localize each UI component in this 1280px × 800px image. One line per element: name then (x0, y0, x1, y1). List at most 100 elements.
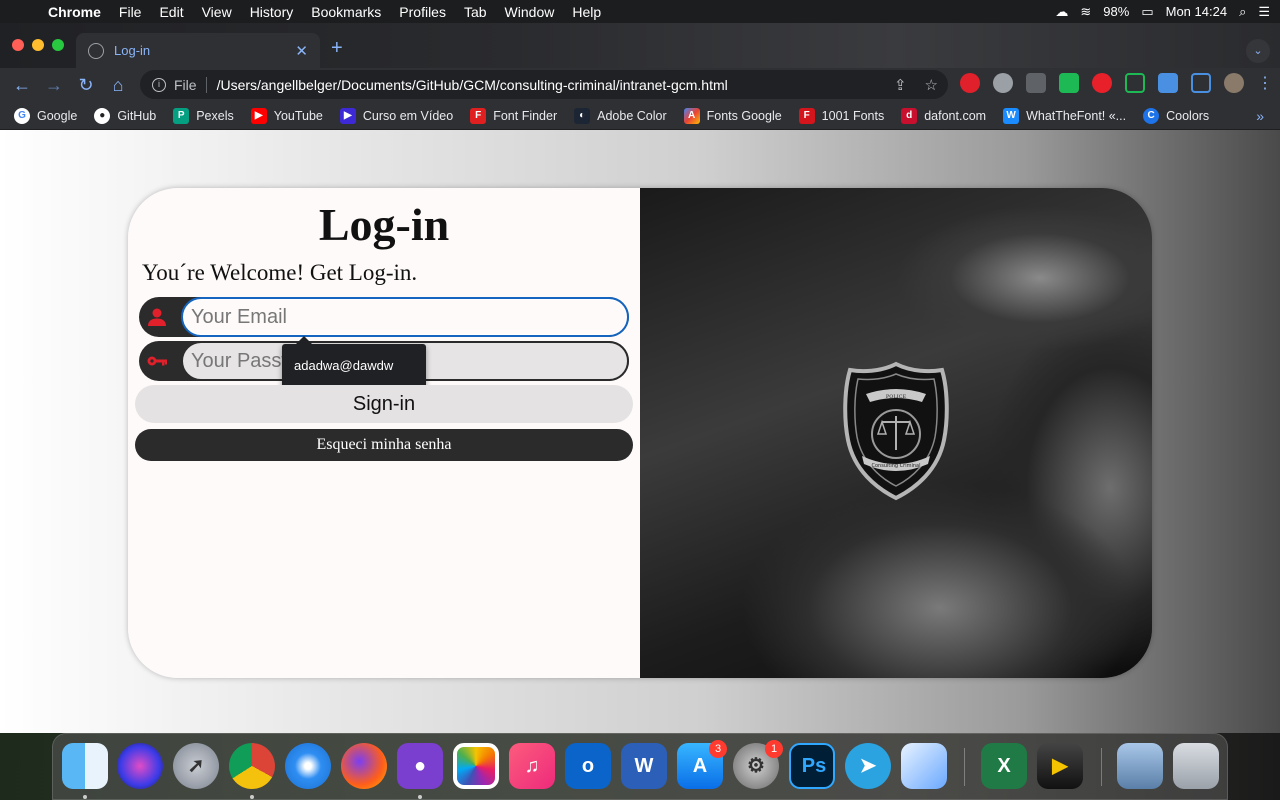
bookmark-font-finder[interactable]: F Font Finder (470, 107, 557, 124)
bookmark-youtube[interactable]: ▶ YouTube (250, 107, 323, 124)
signin-button[interactable]: Sign-in (135, 385, 633, 423)
window-controls (12, 39, 64, 51)
menu-profiles[interactable]: Profiles (399, 4, 446, 20)
zoom-window-button[interactable] (52, 39, 64, 51)
downloads-folder-icon[interactable] (1117, 743, 1163, 789)
battery-icon[interactable]: ▭ (1141, 4, 1153, 20)
bookmark-dafont[interactable]: d dafont.com (901, 107, 987, 124)
bookmark-star-icon[interactable]: ☆ (925, 76, 938, 94)
bookmark-label: WhatTheFont! «... (1026, 108, 1127, 123)
settings-extension-icon[interactable] (993, 73, 1013, 93)
eyedropper-extension-icon[interactable] (1026, 73, 1046, 93)
trash-icon[interactable] (1173, 743, 1219, 789)
bookmark-label: dafont.com (924, 108, 987, 123)
settings-badge: 1 (765, 740, 783, 758)
control-center-icon[interactable]: ☰ (1258, 4, 1270, 20)
grammar-extension-icon[interactable] (1059, 73, 1079, 93)
siri-icon[interactable] (117, 743, 163, 789)
launchpad-icon[interactable]: ➚ (173, 743, 219, 789)
dafont-icon: d (901, 107, 918, 124)
bookmark-1001-fonts[interactable]: F 1001 Fonts (798, 107, 884, 124)
creative-cloud-icon[interactable]: ☁ (1055, 4, 1068, 20)
side-panel-icon[interactable] (1191, 73, 1211, 93)
safari-icon[interactable] (285, 743, 331, 789)
music-icon[interactable]: ♫ (509, 743, 555, 789)
close-tab-icon[interactable]: ✕ (295, 42, 308, 60)
menu-view[interactable]: View (202, 4, 232, 20)
photos-icon[interactable] (453, 743, 499, 789)
autofill-suggestion[interactable]: adadwa@dawdw (282, 336, 426, 388)
bookmark-label: Google (37, 108, 78, 123)
video-converter-icon[interactable]: ▶ (1037, 743, 1083, 789)
minimize-window-button[interactable] (32, 39, 44, 51)
back-icon[interactable]: ← (6, 75, 38, 96)
menu-help[interactable]: Help (572, 4, 601, 20)
profile-avatar[interactable] (1224, 73, 1244, 93)
wifi-icon[interactable]: ≋ (1080, 4, 1091, 20)
site-info-icon[interactable]: i (152, 77, 166, 92)
word-icon[interactable]: W (621, 743, 667, 789)
dock-separator (1101, 748, 1102, 786)
photoshop-icon[interactable]: Ps (789, 743, 835, 789)
whatthefont-icon: W (1003, 107, 1020, 124)
menu-bookmarks[interactable]: Bookmarks (311, 4, 381, 20)
chrome-menu-icon[interactable]: ⋮ (1257, 73, 1273, 93)
bookmark-google[interactable]: G Google (14, 107, 78, 124)
battery-percent[interactable]: 98% (1103, 4, 1129, 19)
spotlight-search-icon[interactable]: ⌕ (1239, 4, 1246, 20)
page-viewport: Log-in You´re Welcome! Get Log-in. Your … (0, 130, 1280, 733)
blocker-extension-icon[interactable] (1092, 73, 1112, 93)
menu-file[interactable]: File (119, 4, 142, 20)
adblock-extension-icon[interactable] (960, 73, 980, 93)
menu-edit[interactable]: Edit (159, 4, 183, 20)
google-icon: G (14, 107, 30, 124)
forgot-password-button[interactable]: Esqueci minha senha (135, 429, 633, 461)
tab-login[interactable]: Log-in ✕ (76, 33, 320, 68)
bookmark-label: Adobe Color (597, 108, 667, 123)
tab-search-chevron-icon[interactable]: ⌄ (1246, 39, 1270, 63)
login-form-panel: Log-in You´re Welcome! Get Log-in. Your … (128, 188, 640, 678)
bookmark-github[interactable]: ● GitHub (94, 107, 156, 124)
share-icon[interactable]: ⇪ (894, 76, 907, 94)
firefox-icon[interactable] (341, 743, 387, 789)
menu-tab[interactable]: Tab (464, 4, 487, 20)
appstore-badge: 3 (709, 740, 727, 758)
home-icon[interactable]: ⌂ (102, 75, 134, 96)
finder-icon[interactable] (62, 743, 108, 789)
bookmark-fonts-google[interactable]: A Fonts Google (683, 107, 782, 124)
menu-app-name[interactable]: Chrome (48, 4, 101, 20)
email-input[interactable] (181, 297, 629, 337)
menu-history[interactable]: History (250, 4, 294, 20)
outlook-icon[interactable]: o (565, 743, 611, 789)
menu-window[interactable]: Window (505, 4, 555, 20)
running-indicator (250, 795, 254, 799)
bookmark-label: Coolors (1166, 108, 1210, 123)
reload-icon[interactable]: ↻ (70, 75, 102, 96)
close-window-button[interactable] (12, 39, 24, 51)
bookmark-curso-em-video[interactable]: ▶ Curso em Vídeo (339, 107, 453, 124)
handcuffs-photo-panel: POLICE Consulting Criminal (640, 188, 1152, 678)
address-url[interactable]: /Users/angellbelger/Documents/GitHub/GCM… (217, 77, 728, 93)
extensions-puzzle-icon[interactable] (1158, 73, 1178, 93)
pexels-icon: P (173, 107, 190, 124)
telegram-icon[interactable]: ➤ (845, 743, 891, 789)
github-desktop-icon[interactable]: ● (397, 743, 443, 789)
excel-icon[interactable]: X (981, 743, 1027, 789)
screenshot-extension-icon[interactable] (1125, 73, 1145, 93)
bookmark-whatthefont[interactable]: W WhatTheFont! «... (1003, 107, 1127, 124)
autofill-suggestion-text[interactable]: adadwa@dawdw (294, 358, 393, 373)
address-bar[interactable]: i File /Users/angellbelger/Documents/Git… (140, 70, 948, 99)
forward-icon[interactable]: → (38, 75, 70, 96)
fontfinder-icon: F (470, 107, 487, 124)
chrome-icon[interactable] (229, 743, 275, 789)
bookmark-pexels[interactable]: P Pexels (173, 107, 234, 124)
xcode-instruments-icon[interactable] (901, 743, 947, 789)
bookmark-coolors[interactable]: C Coolors (1143, 107, 1210, 124)
bookmark-adobe-color[interactable]: ◐ Adobe Color (574, 107, 667, 124)
badge-bottom-text: Consulting Criminal (872, 463, 921, 469)
more-bookmarks-chevron-icon[interactable]: » (1256, 108, 1264, 124)
new-tab-icon[interactable]: + (331, 37, 343, 60)
police-badge-logo: POLICE Consulting Criminal (843, 361, 949, 501)
clock[interactable]: Mon 14:24 (1166, 4, 1227, 19)
bookmark-label: Pexels (196, 108, 234, 123)
